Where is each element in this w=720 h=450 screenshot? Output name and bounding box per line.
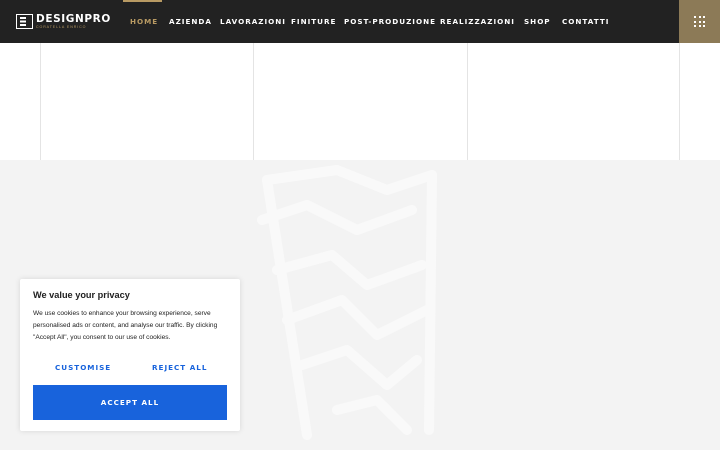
cookie-consent-banner: We value your privacy We use cookies to …: [20, 279, 240, 431]
brand-subtitle: CORATELLA ENRICO: [36, 25, 87, 29]
grid-menu-button[interactable]: [679, 0, 720, 43]
nav-item-home[interactable]: HOME: [130, 17, 158, 26]
cookie-description: We use cookies to enhance your browsing …: [33, 310, 218, 341]
reject-all-button[interactable]: REJECT ALL: [152, 363, 207, 372]
column-divider: [40, 43, 41, 160]
faded-background-image: [257, 165, 437, 440]
site-header: DESIGNPRO CORATELLA ENRICO HOME AZIENDA …: [0, 0, 720, 43]
brand-logo[interactable]: DESIGNPRO CORATELLA ENRICO: [16, 14, 111, 30]
nav-item-finiture[interactable]: FINITURE: [291, 17, 336, 26]
grid-menu-icon: [694, 16, 705, 27]
nav-item-realizzazioni[interactable]: REALIZZAZIONI: [440, 17, 515, 26]
column-divider: [253, 43, 254, 160]
accept-all-button[interactable]: ACCEPT ALL: [33, 385, 227, 420]
nav-item-lavorazioni[interactable]: LAVORAZIONI: [220, 17, 286, 26]
logo-text: DESIGNPRO CORATELLA ENRICO: [36, 14, 111, 30]
cookie-title: We value your privacy: [33, 290, 130, 300]
nav-item-azienda[interactable]: AZIENDA: [169, 17, 212, 26]
column-divider: [467, 43, 468, 160]
brand-name: DESIGNPRO: [36, 13, 111, 25]
nav-active-indicator: [123, 0, 162, 2]
nav-item-shop[interactable]: SHOP: [524, 17, 551, 26]
customise-button[interactable]: CUSTOMISE: [55, 363, 111, 372]
column-divider: [679, 43, 680, 160]
nav-item-post-produzione[interactable]: POST-PRODUZIONE: [344, 17, 436, 26]
nav-item-contatti[interactable]: CONTATTI: [562, 17, 609, 26]
logo-mark-icon: [16, 14, 33, 30]
